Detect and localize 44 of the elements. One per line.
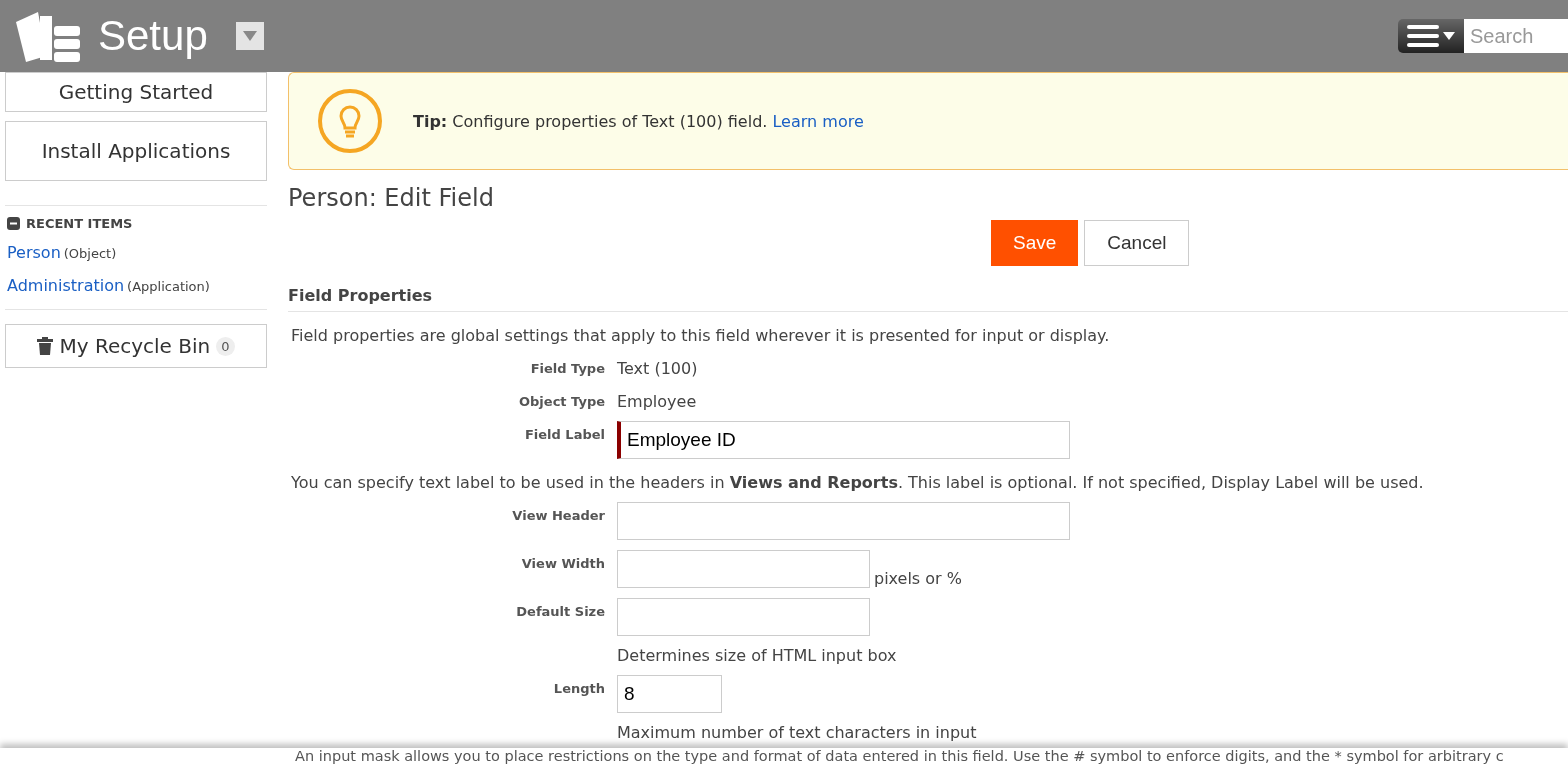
recent-item-link[interactable]: Administration xyxy=(7,276,125,295)
field-label: Field Label xyxy=(523,426,605,442)
section-description: Field properties are global settings that apply to this field wherever it is presented for input or display. xyxy=(291,326,1111,345)
field-label: View Width xyxy=(520,555,605,571)
caret-icon xyxy=(1443,32,1455,40)
sidebar-button[interactable]: Install Applications xyxy=(5,121,267,181)
input-field[interactable]: Employee ID xyxy=(617,421,1070,459)
sidebar-button[interactable]: Getting Started xyxy=(5,72,267,112)
help-text: An input mask allows you to place restrictions on the type and format of data entered in this field. Use the # symbol to enforce digits, and the * symbol for arbitrary c xyxy=(0,748,1568,768)
field-value: Employee xyxy=(617,392,698,411)
caret-icon xyxy=(242,31,257,41)
unit-text: pixels or % xyxy=(874,569,962,588)
field-label: View Header xyxy=(511,507,605,523)
count-badge: 0 xyxy=(216,336,235,356)
field-label: Default Size xyxy=(515,603,605,619)
trash-icon xyxy=(37,337,54,355)
section-title: Field Properties xyxy=(288,286,1568,312)
menu-button[interactable] xyxy=(1398,19,1464,53)
field-label: Field Type xyxy=(529,360,605,376)
item-type: (Application) xyxy=(127,279,210,294)
section-heading: RECENT ITEMS xyxy=(26,216,133,231)
recycle-bin-button[interactable]: My Recycle Bin 0 xyxy=(5,324,267,368)
recent-item-link[interactable]: Person xyxy=(7,243,61,262)
input-field[interactable] xyxy=(617,550,870,588)
page-title: Person: Edit Field xyxy=(288,184,495,212)
item-type: (Object) xyxy=(63,246,117,261)
help-text: You can specify text label to be used in the headers in Views and Reports. This label is optional. If not specified, Display Label will be used. xyxy=(291,473,1425,492)
learn-more-link[interactable]: Learn more xyxy=(772,111,864,131)
search-field[interactable]: Search xyxy=(1464,19,1568,53)
hint-text: Maximum number of text characters in input xyxy=(617,723,978,742)
field-label: Length xyxy=(552,680,605,696)
tip-text: Tip: Configure properties of Text (100) field. Learn more xyxy=(413,111,864,131)
collapse-icon[interactable] xyxy=(7,217,20,230)
dropdown-button[interactable] xyxy=(235,22,264,50)
input-field[interactable] xyxy=(617,502,1070,540)
menu-icon xyxy=(1407,24,1439,48)
field-label: Object Type xyxy=(518,393,605,409)
hint-text: Determines size of HTML input box xyxy=(617,646,898,665)
input-field[interactable] xyxy=(617,598,870,636)
input-field[interactable]: 8 xyxy=(617,675,722,713)
app-title: Setup xyxy=(98,12,208,60)
lightbulb-icon xyxy=(317,88,383,154)
cancel-button[interactable]: Cancel xyxy=(1084,220,1190,266)
field-value: Text (100) xyxy=(617,359,699,378)
